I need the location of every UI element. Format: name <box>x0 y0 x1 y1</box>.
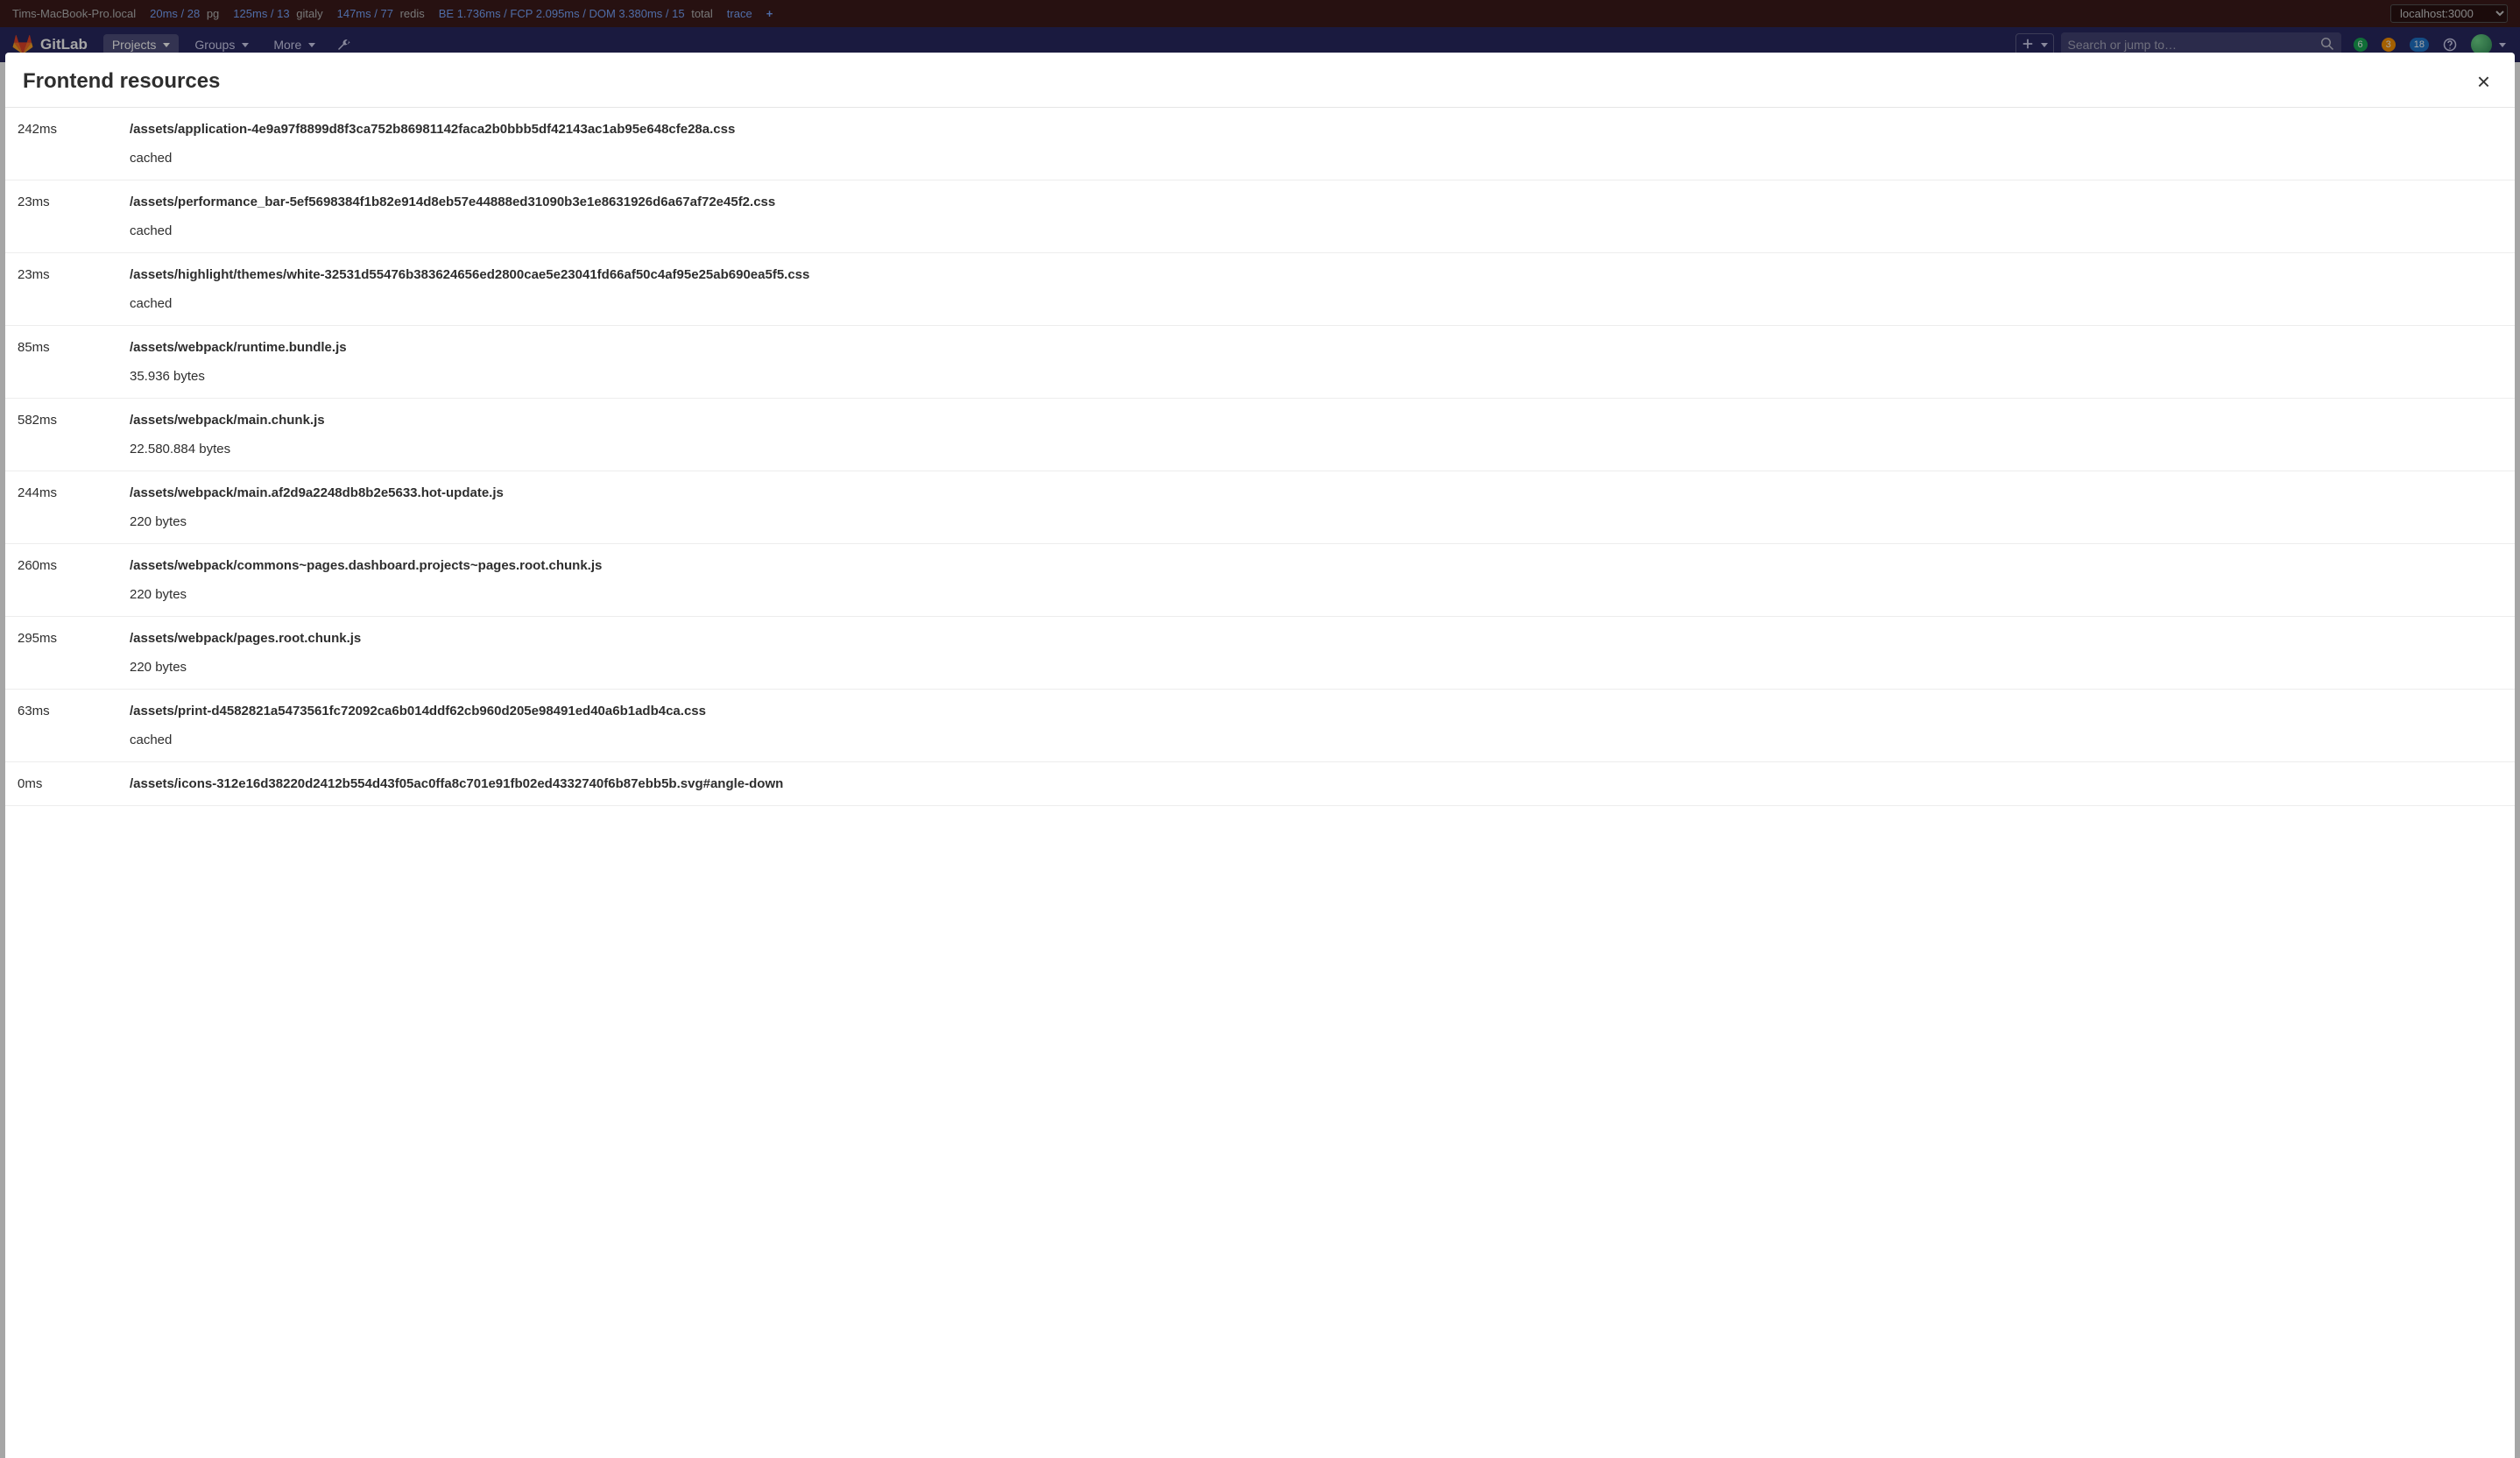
resource-time: 23ms <box>18 195 130 238</box>
resource-time: 582ms <box>18 413 130 457</box>
nav-groups-label: Groups <box>194 38 235 52</box>
resource-time: 85ms <box>18 340 130 384</box>
resource-row: 63ms/assets/print-d4582821a5473561fc7209… <box>5 690 2515 762</box>
resource-main: /assets/print-d4582821a5473561fc72092ca6… <box>130 704 2502 747</box>
merge-request-badge: 3 <box>2382 38 2396 52</box>
resource-meta: cached <box>130 296 2502 311</box>
nav-more-label: More <box>273 38 301 52</box>
nav-merge-requests[interactable]: 3 <box>2376 38 2397 52</box>
resource-row: 244ms/assets/webpack/main.af2d9a2248db8b… <box>5 471 2515 544</box>
resource-row: 295ms/assets/webpack/pages.root.chunk.js… <box>5 617 2515 690</box>
nav-issues[interactable]: 6 <box>2348 38 2369 52</box>
resource-time: 242ms <box>18 122 130 166</box>
perf-gitaly-label: gitaly <box>296 7 322 20</box>
resource-path: /assets/webpack/runtime.bundle.js <box>130 340 2502 355</box>
resource-main: /assets/application-4e9a97f8899d8f3ca752… <box>130 122 2502 166</box>
perf-trace-link[interactable]: trace <box>727 7 752 20</box>
resource-row: 23ms/assets/highlight/themes/white-32531… <box>5 253 2515 326</box>
search-input[interactable] <box>2068 38 2313 52</box>
perf-pg[interactable]: 20ms / 28 pg <box>150 7 219 20</box>
resource-main: /assets/highlight/themes/white-32531d554… <box>130 267 2502 311</box>
resource-row: 260ms/assets/webpack/commons~pages.dashb… <box>5 544 2515 617</box>
resource-row: 23ms/assets/performance_bar-5ef5698384f1… <box>5 180 2515 253</box>
resource-path: /assets/application-4e9a97f8899d8f3ca752… <box>130 122 2502 137</box>
resource-meta: 220 bytes <box>130 514 2502 529</box>
perf-timing[interactable]: BE 1.736ms / FCP 2.095ms / DOM 3.380ms /… <box>439 7 713 20</box>
resource-path: /assets/print-d4582821a5473561fc72092ca6… <box>130 704 2502 718</box>
nav-projects-label: Projects <box>112 38 157 52</box>
resource-time: 23ms <box>18 267 130 311</box>
resource-main: /assets/webpack/commons~pages.dashboard.… <box>130 558 2502 602</box>
resource-time: 63ms <box>18 704 130 747</box>
resource-meta: cached <box>130 151 2502 166</box>
perf-add-button[interactable]: + <box>766 7 773 20</box>
resource-meta: cached <box>130 223 2502 238</box>
resource-main: /assets/performance_bar-5ef5698384f1b82e… <box>130 195 2502 238</box>
resource-row: 242ms/assets/application-4e9a97f8899d8f3… <box>5 108 2515 180</box>
resource-main: /assets/webpack/main.chunk.js 22.580.884 … <box>130 413 2502 457</box>
perf-pg-label: pg <box>207 7 219 20</box>
search-icon <box>2320 37 2334 53</box>
perf-redis-value: 147ms / 77 <box>337 7 393 20</box>
perf-timing-label: total <box>691 7 713 20</box>
issues-badge: 6 <box>2354 38 2368 52</box>
brand-name[interactable]: GitLab <box>40 36 88 53</box>
resource-main: /assets/icons-312e16d38220d2412b554d43f0… <box>130 776 2502 791</box>
resource-path: /assets/highlight/themes/white-32531d554… <box>130 267 2502 282</box>
perf-timing-value: BE 1.736ms / FCP 2.095ms / DOM 3.380ms /… <box>439 7 685 20</box>
perf-redis-label: redis <box>400 7 425 20</box>
resource-row: 85ms/assets/webpack/runtime.bundle.js 35.… <box>5 326 2515 399</box>
resource-time: 0ms <box>18 776 130 791</box>
resource-meta: 22.580.884 bytes <box>130 442 2502 457</box>
modal-title: Frontend resources <box>23 69 220 94</box>
resource-time: 260ms <box>18 558 130 602</box>
resource-path: /assets/webpack/main.af2d9a2248db8b2e563… <box>130 485 2502 500</box>
resource-path: /assets/performance_bar-5ef5698384f1b82e… <box>130 195 2502 209</box>
resource-row: 582ms/assets/webpack/main.chunk.js 22.580… <box>5 399 2515 471</box>
resource-main: /assets/webpack/pages.root.chunk.js 220 b… <box>130 631 2502 675</box>
resource-path: /assets/icons-312e16d38220d2412b554d43f0… <box>130 776 2502 791</box>
performance-bar: Tims-MacBook-Pro.local 20ms / 28 pg 125m… <box>0 0 2520 27</box>
perf-redis[interactable]: 147ms / 77 redis <box>337 7 425 20</box>
resource-path: /assets/webpack/main.chunk.js <box>130 413 2502 428</box>
modal-body[interactable]: 242ms/assets/application-4e9a97f8899d8f3… <box>5 108 2515 1458</box>
frontend-resources-modal: Frontend resources × 242ms/assets/applic… <box>5 53 2515 1458</box>
resource-main: /assets/webpack/main.af2d9a2248db8b2e563… <box>130 485 2502 529</box>
todos-badge: 18 <box>2410 38 2429 52</box>
resource-path: /assets/webpack/pages.root.chunk.js <box>130 631 2502 646</box>
resource-meta: 220 bytes <box>130 587 2502 602</box>
resource-time: 244ms <box>18 485 130 529</box>
nav-todos[interactable]: 18 <box>2404 38 2431 52</box>
resource-main: /assets/webpack/runtime.bundle.js 35.936 … <box>130 340 2502 384</box>
perf-gitaly-value: 125ms / 13 <box>233 7 289 20</box>
resource-time: 295ms <box>18 631 130 675</box>
resource-path: /assets/webpack/commons~pages.dashboard.… <box>130 558 2502 573</box>
resource-row: 0ms/assets/icons-312e16d38220d2412b554d4… <box>5 762 2515 806</box>
resource-meta: 35.936 bytes <box>130 369 2502 384</box>
resource-meta: 220 bytes <box>130 660 2502 675</box>
perf-host-select[interactable]: localhost:3000 <box>2390 4 2508 23</box>
plus-icon <box>2022 38 2034 53</box>
perf-host: Tims-MacBook-Pro.local <box>12 7 136 20</box>
perf-gitaly[interactable]: 125ms / 13 gitaly <box>233 7 322 20</box>
resource-meta: cached <box>130 733 2502 747</box>
close-icon[interactable]: × <box>2470 67 2497 96</box>
perf-pg-value: 20ms / 28 <box>150 7 200 20</box>
modal-header: Frontend resources × <box>5 53 2515 108</box>
